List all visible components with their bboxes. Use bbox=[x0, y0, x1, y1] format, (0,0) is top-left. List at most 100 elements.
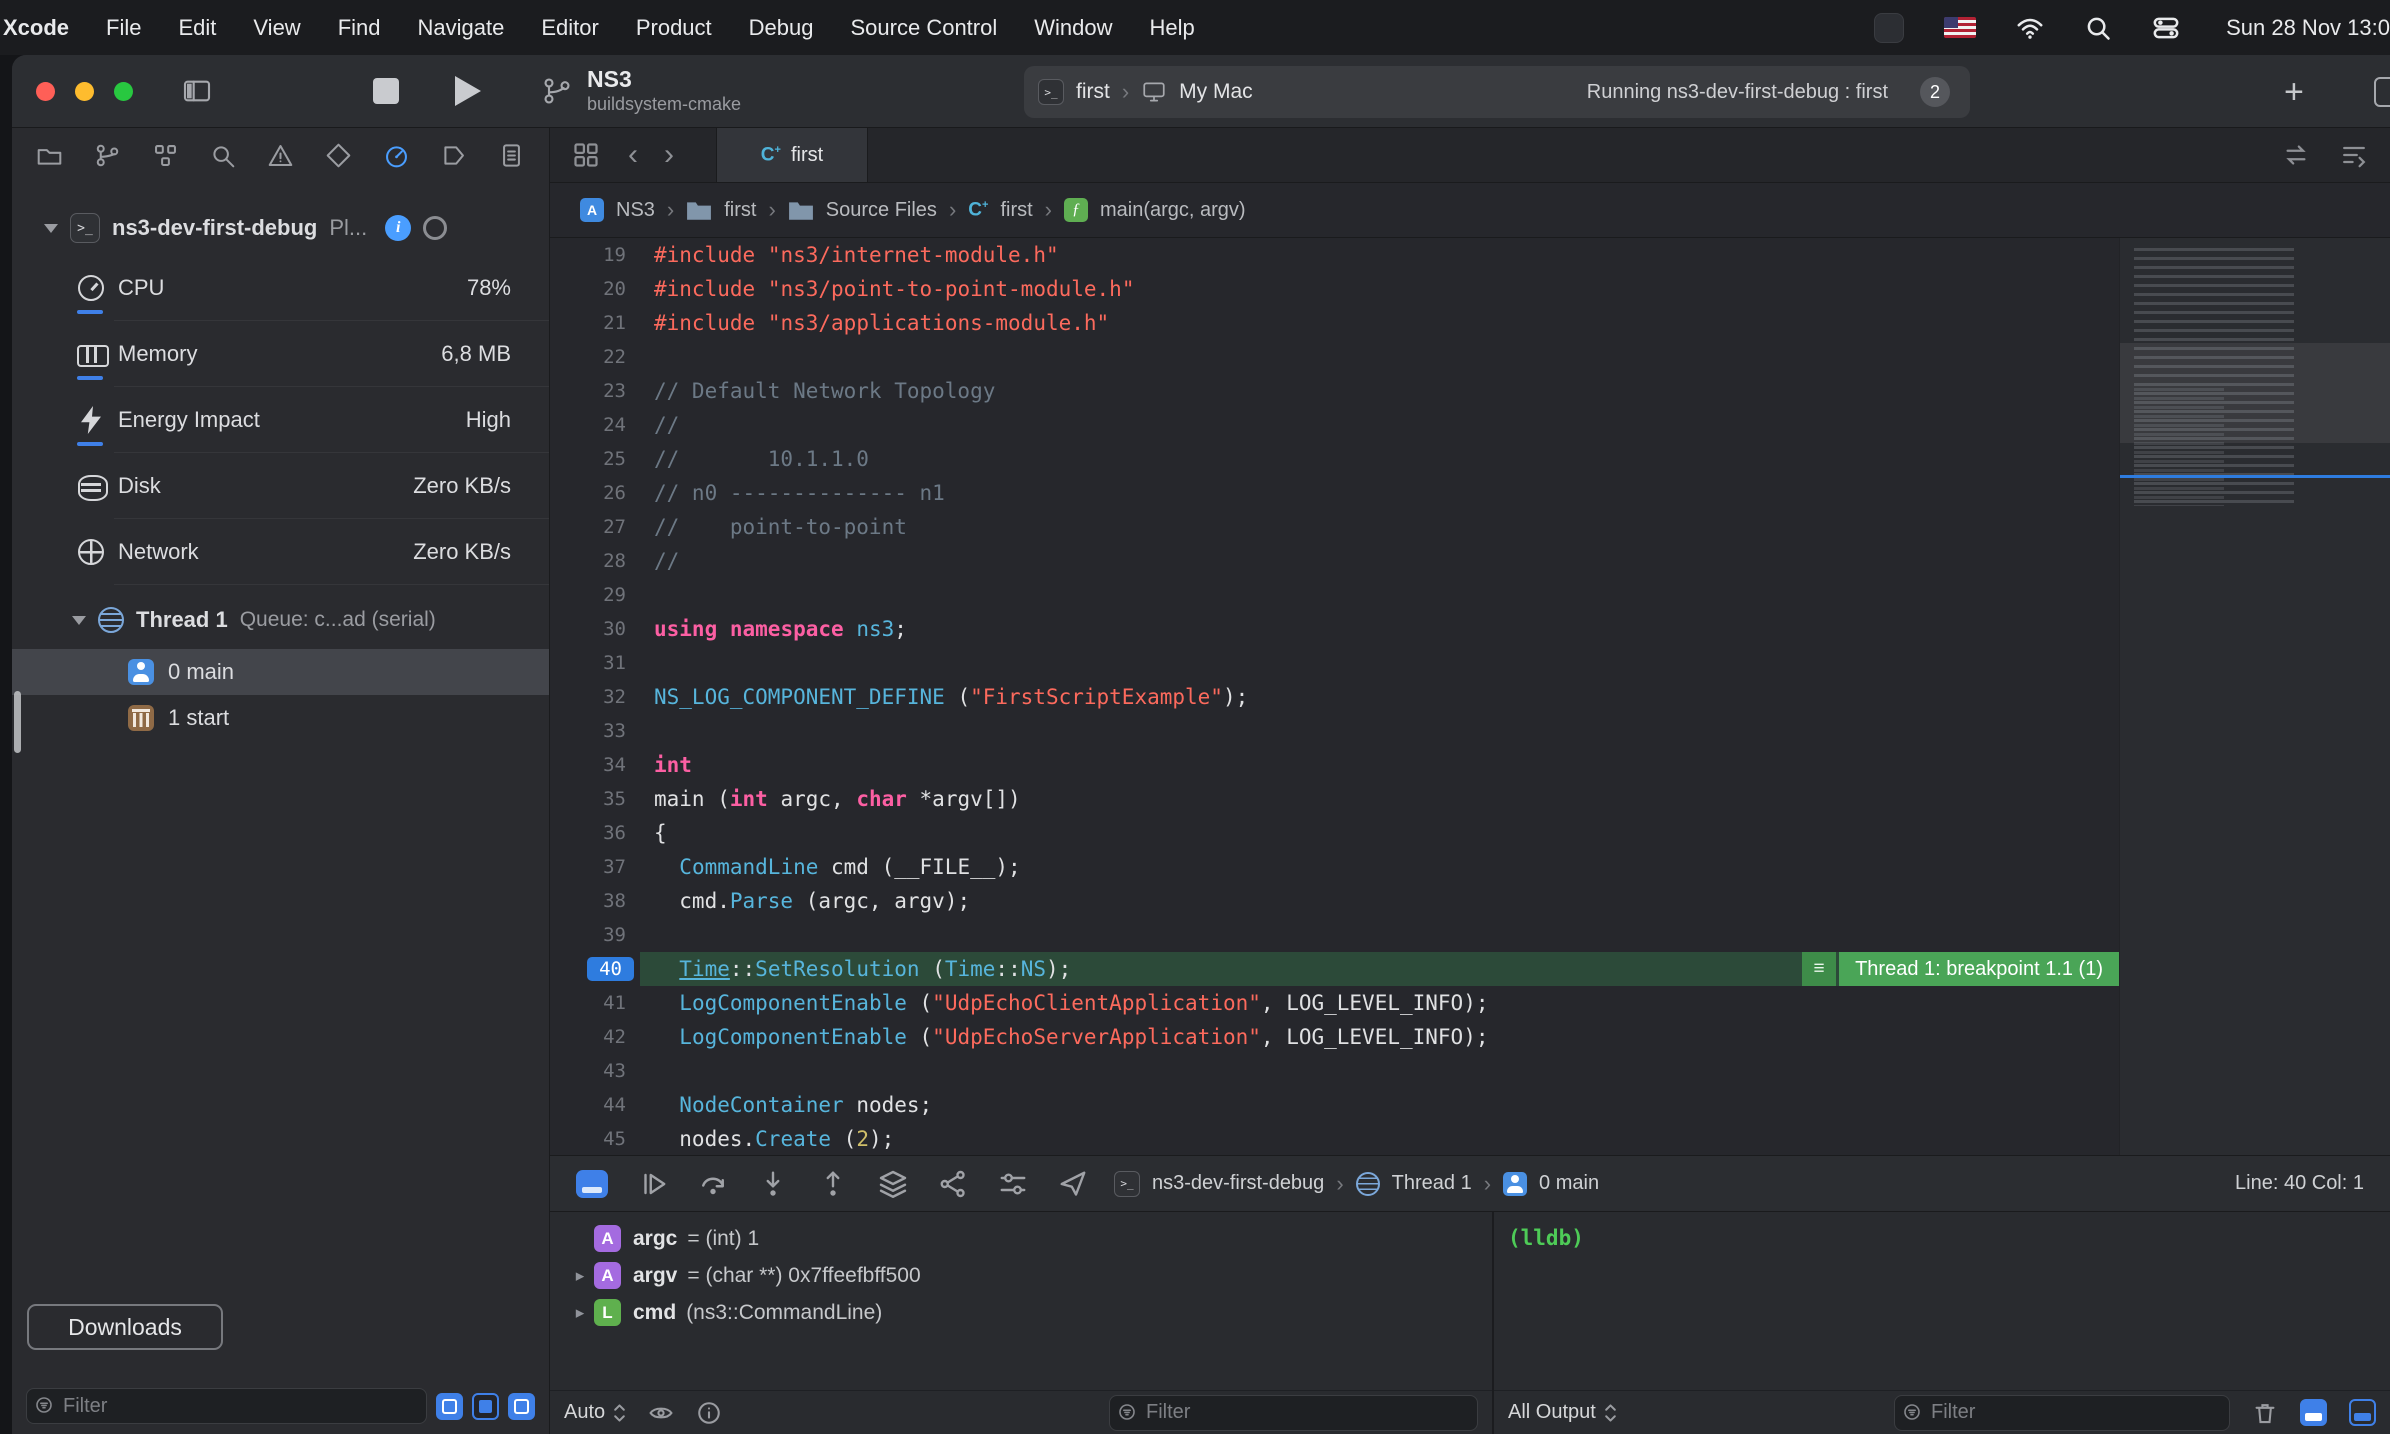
code-line-43[interactable]: 43 bbox=[550, 1054, 2119, 1088]
code-line-38[interactable]: 38 cmd.Parse (argc, argv); bbox=[550, 884, 2119, 918]
breadcrumb-function[interactable]: main(argc, argv) bbox=[1100, 199, 1246, 222]
code-line-26[interactable]: 26// n0 -------------- n1 bbox=[550, 476, 2119, 510]
toggle-variables-pane-icon[interactable] bbox=[2300, 1399, 2327, 1426]
trash-icon[interactable] bbox=[2252, 1400, 2278, 1426]
line-number[interactable]: 27 bbox=[550, 510, 640, 544]
menu-item-find[interactable]: Find bbox=[338, 15, 381, 41]
console-scope-select[interactable]: All Output bbox=[1508, 1401, 1617, 1424]
code-line-19[interactable]: 19#include "ns3/internet-module.h" bbox=[550, 238, 2119, 272]
menu-item-source-control[interactable]: Source Control bbox=[851, 15, 998, 41]
code-line-29[interactable]: 29 bbox=[550, 578, 2119, 612]
line-number[interactable]: 39 bbox=[550, 918, 640, 952]
code-line-22[interactable]: 22 bbox=[550, 340, 2119, 374]
code-line-31[interactable]: 31 bbox=[550, 646, 2119, 680]
code-area[interactable]: 19#include "ns3/internet-module.h"20#inc… bbox=[550, 238, 2119, 1155]
stop-button[interactable] bbox=[373, 78, 399, 104]
code-line-36[interactable]: 36{ bbox=[550, 816, 2119, 850]
breadcrumb-thread[interactable]: Thread 1 bbox=[1392, 1172, 1472, 1195]
menu-item-help[interactable]: Help bbox=[1150, 15, 1195, 41]
sidebar-toggle-icon[interactable] bbox=[181, 75, 213, 107]
filter-scope-button-2[interactable] bbox=[472, 1393, 499, 1420]
swap-arrows-icon[interactable] bbox=[2282, 141, 2310, 169]
debug-navigator-icon[interactable] bbox=[383, 142, 410, 169]
gauge-row-disk[interactable]: DiskZero KB/s bbox=[12, 453, 549, 519]
line-number[interactable]: 42 bbox=[550, 1020, 640, 1054]
filter-scope-button-1[interactable] bbox=[436, 1393, 463, 1420]
breadcrumb-group[interactable]: first bbox=[724, 199, 756, 222]
breakpoints-toggle-icon[interactable] bbox=[576, 1170, 608, 1198]
forward-chevron-icon[interactable] bbox=[664, 140, 674, 170]
code-line-34[interactable]: 34int bbox=[550, 748, 2119, 782]
code-line-25[interactable]: 25// 10.1.1.0 bbox=[550, 442, 2119, 476]
line-number[interactable]: 35 bbox=[550, 782, 640, 816]
test-navigator-icon[interactable] bbox=[325, 142, 352, 169]
add-editor-button[interactable] bbox=[2284, 73, 2304, 112]
filter-scope-button-3[interactable] bbox=[508, 1393, 535, 1420]
line-number[interactable]: 24 bbox=[550, 408, 640, 442]
menu-item-product[interactable]: Product bbox=[636, 15, 712, 41]
stack-frame-start[interactable]: 1 start bbox=[12, 695, 549, 741]
line-number[interactable]: 32 bbox=[550, 680, 640, 714]
menu-item-view[interactable]: View bbox=[253, 15, 300, 41]
line-number[interactable]: 36 bbox=[550, 816, 640, 850]
gauge-row-cpu[interactable]: CPU78% bbox=[12, 255, 549, 321]
tab-first[interactable]: C+ first bbox=[716, 128, 868, 182]
scrollbar-thumb[interactable] bbox=[14, 691, 21, 753]
line-number[interactable]: 33 bbox=[550, 714, 640, 748]
symbol-navigator-icon[interactable] bbox=[152, 142, 179, 169]
variables-filter-input[interactable] bbox=[1146, 1401, 1477, 1424]
code-line-24[interactable]: 24// bbox=[550, 408, 2119, 442]
simulate-location-icon[interactable] bbox=[1058, 1169, 1088, 1199]
line-number[interactable]: 37 bbox=[550, 850, 640, 884]
project-navigator-icon[interactable] bbox=[36, 142, 63, 169]
disclosure-triangle-icon[interactable] bbox=[44, 224, 58, 233]
destination-name[interactable]: My Mac bbox=[1179, 80, 1253, 104]
run-button[interactable] bbox=[455, 76, 481, 106]
info-icon[interactable] bbox=[385, 215, 411, 241]
code-line-44[interactable]: 44 NodeContainer nodes; bbox=[550, 1088, 2119, 1122]
report-navigator-icon[interactable] bbox=[498, 142, 525, 169]
eye-icon[interactable] bbox=[648, 1400, 674, 1426]
scheme-name[interactable]: first bbox=[1076, 80, 1110, 104]
menu-item-editor[interactable]: Editor bbox=[541, 15, 598, 41]
minimize-window-button[interactable] bbox=[75, 82, 94, 101]
code-line-33[interactable]: 33 bbox=[550, 714, 2119, 748]
code-line-39[interactable]: 39 bbox=[550, 918, 2119, 952]
line-number[interactable]: 22 bbox=[550, 340, 640, 374]
stack-frame-main[interactable]: 0 main bbox=[12, 649, 549, 695]
scheme-and-activity[interactable]: first My Mac Running ns3-dev-first-debug… bbox=[1024, 66, 1970, 118]
code-line-37[interactable]: 37 CommandLine cmd (__FILE__); bbox=[550, 850, 2119, 884]
line-number[interactable]: 41 bbox=[550, 986, 640, 1020]
issue-navigator-icon[interactable] bbox=[267, 142, 294, 169]
navigator-filter-field[interactable] bbox=[26, 1388, 427, 1424]
thread-row[interactable]: Thread 1 Queue: c...ad (serial) bbox=[12, 595, 549, 645]
code-line-32[interactable]: 32NS_LOG_COMPONENT_DEFINE ("FirstScriptE… bbox=[550, 680, 2119, 714]
line-number[interactable]: 26 bbox=[550, 476, 640, 510]
variable-row-argc[interactable]: Aargc= (int) 1 bbox=[550, 1220, 1492, 1257]
breakpoint-annotation[interactable]: Thread 1: breakpoint 1.1 (1) bbox=[1802, 952, 2119, 986]
menu-clock[interactable]: Sun 28 Nov 13:0 bbox=[2226, 15, 2390, 41]
toggle-console-pane-icon[interactable] bbox=[2349, 1399, 2376, 1426]
code-line-21[interactable]: 21#include "ns3/applications-module.h" bbox=[550, 306, 2119, 340]
menu-extra-icon[interactable] bbox=[1874, 13, 1904, 43]
code-line-27[interactable]: 27// point-to-point bbox=[550, 510, 2119, 544]
line-number[interactable]: 19 bbox=[550, 238, 640, 272]
issue-count-badge[interactable]: 2 bbox=[1920, 77, 1950, 107]
library-button[interactable] bbox=[2374, 77, 2390, 107]
disclosure-triangle-icon[interactable]: ▸ bbox=[566, 1266, 594, 1286]
line-number[interactable]: 43 bbox=[550, 1054, 640, 1088]
downloads-button[interactable]: Downloads bbox=[27, 1304, 223, 1350]
editor-grid-icon[interactable] bbox=[572, 141, 600, 169]
minimap[interactable] bbox=[2119, 238, 2390, 1155]
debug-view-hierarchy-icon[interactable] bbox=[878, 1169, 908, 1199]
step-out-icon[interactable] bbox=[818, 1169, 848, 1199]
console-output[interactable]: (lldb) bbox=[1494, 1212, 2390, 1390]
continue-icon[interactable] bbox=[638, 1169, 668, 1199]
gauge-row-memory[interactable]: Memory6,8 MB bbox=[12, 321, 549, 387]
line-number[interactable]: 29 bbox=[550, 578, 640, 612]
find-navigator-icon[interactable] bbox=[209, 142, 236, 169]
code-line-28[interactable]: 28// bbox=[550, 544, 2119, 578]
variables-filter-field[interactable] bbox=[1109, 1395, 1478, 1431]
source-control-navigator-icon[interactable] bbox=[94, 142, 121, 169]
close-window-button[interactable] bbox=[36, 82, 55, 101]
